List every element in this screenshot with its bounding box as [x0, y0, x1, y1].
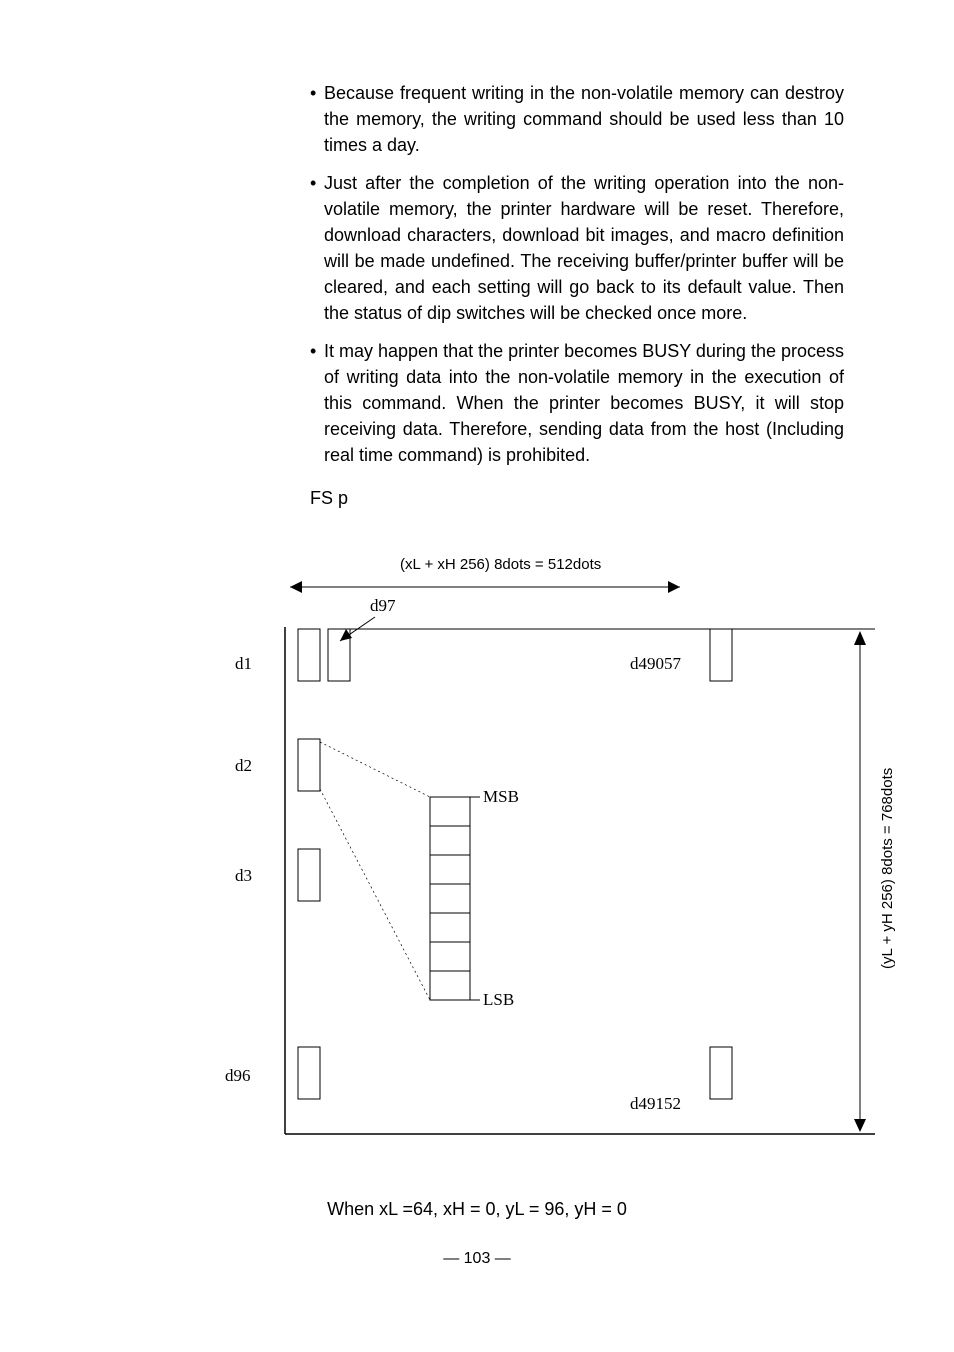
d97-label: d97	[370, 596, 396, 615]
bullet-marker: •	[310, 338, 324, 468]
fsp-label: FS p	[310, 488, 854, 509]
d2-label: d2	[235, 756, 252, 775]
bullet-marker: •	[310, 170, 324, 326]
bullet-marker: •	[310, 80, 324, 158]
bit-image-diagram: (xL + xH 256) 8dots = 512dots d97 d1 d49…	[180, 549, 940, 1169]
d49152-label: d49152	[630, 1094, 681, 1113]
page-content: • Because frequent writing in the non-vo…	[0, 0, 954, 1328]
bullet-text: It may happen that the printer becomes B…	[324, 338, 844, 468]
lsb-label: LSB	[483, 990, 514, 1009]
d96-label: d96	[225, 1066, 251, 1085]
d49057-label: d49057	[630, 654, 682, 673]
msb-label: MSB	[483, 787, 519, 806]
list-item: • It may happen that the printer becomes…	[310, 338, 844, 468]
d3-label: d3	[235, 866, 252, 885]
diagram-right-label: (yL + yH 256) 8dots = 768dots	[879, 768, 896, 969]
diagram-caption: When xL =64, xH = 0, yL = 96, yH = 0	[100, 1199, 854, 1220]
page-number: — 103 —	[100, 1250, 854, 1268]
list-item: • Just after the completion of the writi…	[310, 170, 844, 326]
bullet-text: Because frequent writing in the non-vola…	[324, 80, 844, 158]
bullet-list: • Because frequent writing in the non-vo…	[310, 80, 844, 468]
d1-label: d1	[235, 654, 252, 673]
list-item: • Because frequent writing in the non-vo…	[310, 80, 844, 158]
bullet-text: Just after the completion of the writing…	[324, 170, 844, 326]
diagram-top-label: (xL + xH 256) 8dots = 512dots	[400, 556, 601, 573]
